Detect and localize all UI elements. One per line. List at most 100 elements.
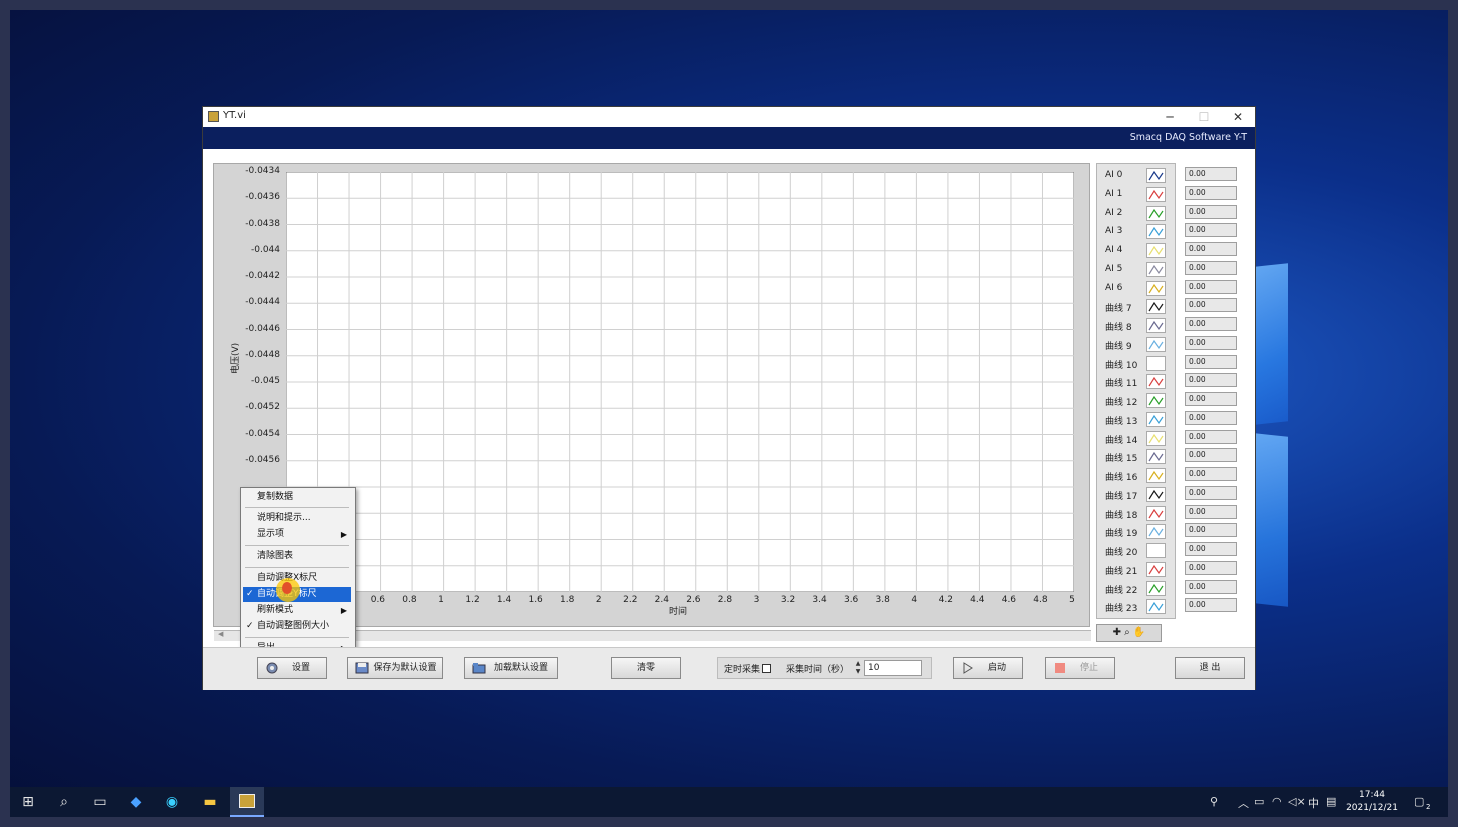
x-tick-label: 5 [1069, 595, 1075, 605]
legend-line-swatch[interactable] [1146, 505, 1166, 521]
y-tick-label: -0.0436 [245, 192, 280, 203]
graph-palette[interactable]: ✚ ⌕ ✋ [1096, 624, 1162, 642]
clear-button[interactable]: 清零 [611, 657, 681, 679]
legend-row[interactable]: 曲线 15 [1105, 448, 1175, 466]
legend-row[interactable]: AI 5 [1105, 261, 1175, 279]
legend-line-swatch[interactable] [1146, 168, 1166, 183]
legend-row[interactable]: AI 4 [1105, 242, 1175, 260]
legend-row[interactable]: 曲线 19 [1105, 523, 1175, 541]
legend-row[interactable]: AI 6 [1105, 280, 1175, 298]
legend-line-swatch[interactable] [1146, 411, 1166, 427]
channel-value-display: 0.00 [1185, 204, 1237, 219]
legend-channel-name: AI 2 [1105, 207, 1123, 218]
menu-item-visible-items[interactable]: 显示项 ▶ [243, 527, 351, 542]
submenu-arrow-icon: ▶ [340, 530, 347, 539]
person-icon[interactable]: ⚲ [1210, 795, 1218, 808]
battery-icon[interactable]: ▭ [1254, 795, 1264, 808]
legend-line-swatch[interactable] [1146, 336, 1166, 352]
legend-line-swatch[interactable] [1146, 393, 1166, 408]
legend-row[interactable]: 曲线 13 [1105, 411, 1175, 429]
start-button[interactable]: 启动 [953, 657, 1023, 679]
legend-row[interactable]: 曲线 11 [1105, 373, 1175, 391]
legend-row[interactable]: 曲线 22 [1105, 580, 1175, 598]
legend-line-swatch[interactable] [1146, 318, 1166, 333]
notification-count: 2 [1426, 803, 1431, 811]
scroll-left-icon[interactable]: ◀ [218, 630, 223, 638]
legend-line-swatch[interactable] [1146, 543, 1166, 558]
start-menu-icon[interactable]: ⊞ [18, 792, 38, 812]
waveform-chart[interactable]: -0.0434 -0.0436 -0.0438 -0.044 -0.0442 -0.044… [213, 163, 1091, 661]
acq-time-input[interactable]: 10 [864, 660, 922, 676]
legend-row[interactable]: 曲线 23 [1105, 598, 1175, 616]
maximize-button[interactable]: ☐ [1187, 107, 1221, 127]
legend-row[interactable]: 曲线 8 [1105, 317, 1175, 335]
legend-line-swatch[interactable] [1146, 524, 1166, 540]
legend-line-swatch[interactable] [1146, 280, 1166, 296]
legend-line-swatch[interactable] [1146, 486, 1166, 502]
legend-row[interactable]: 曲线 18 [1105, 505, 1175, 523]
legend-row[interactable]: 曲线 14 [1105, 430, 1175, 448]
task-view-icon[interactable]: ▭ [90, 792, 110, 812]
legend-line-swatch[interactable] [1146, 299, 1166, 315]
y-tick-label: -0.0446 [245, 323, 280, 334]
save-default-button[interactable]: 保存为默认设置 [347, 657, 443, 679]
edge-browser-icon[interactable]: ◉ [162, 792, 182, 812]
notification-icon[interactable]: ▢ [1414, 795, 1424, 808]
menu-item-autosize-legend[interactable]: ✓ 自动调整图例大小 [243, 619, 351, 634]
legend-row[interactable]: 曲线 12 [1105, 392, 1175, 410]
legend-line-swatch[interactable] [1146, 374, 1166, 390]
legend-line-swatch[interactable] [1146, 599, 1166, 615]
close-button[interactable]: ✕ [1221, 107, 1255, 127]
taskbar-labview-active[interactable] [230, 787, 264, 817]
minimize-button[interactable]: ─ [1153, 107, 1187, 127]
legend-line-swatch[interactable] [1146, 355, 1166, 371]
legend-line-swatch[interactable] [1146, 449, 1166, 465]
plot-legend[interactable]: AI 0 AI 1 AI 2 AI 3 AI 4 AI 5 AI 6 曲线 7 曲线 8 曲线 9… [1096, 163, 1176, 619]
legend-row[interactable]: 曲线 20 [1105, 542, 1175, 560]
keyboard-icon[interactable]: ▤ [1326, 795, 1336, 808]
legend-line-swatch[interactable] [1146, 561, 1166, 577]
legend-line-swatch[interactable] [1146, 186, 1166, 202]
legend-row[interactable]: AI 0 [1105, 167, 1175, 185]
ime-indicator[interactable]: 中 [1308, 795, 1319, 811]
chevron-up-icon[interactable]: ︿ [1238, 795, 1249, 811]
legend-line-swatch[interactable] [1146, 580, 1166, 596]
legend-line-swatch[interactable] [1146, 468, 1166, 483]
search-icon[interactable]: ⌕ [54, 792, 74, 812]
menu-item-clear-chart[interactable]: 清除图表 [243, 549, 351, 564]
legend-line-swatch[interactable] [1146, 243, 1166, 258]
x-tick-label: 3.6 [843, 595, 859, 605]
legend-row[interactable]: 曲线 7 [1105, 298, 1175, 316]
time-stepper[interactable]: ▲ ▼ [854, 660, 862, 676]
legend-row[interactable]: 曲线 10 [1105, 355, 1175, 373]
legend-row[interactable]: 曲线 9 [1105, 336, 1175, 354]
menu-item-update-mode[interactable]: 刷新模式 ▶ [243, 603, 351, 618]
app-pinned-icon[interactable]: ◆ [126, 792, 146, 812]
settings-button[interactable]: 设置 [257, 657, 327, 679]
clock-time[interactable]: 17:44 [1342, 790, 1402, 800]
timed-acq-checkbox[interactable] [762, 664, 771, 673]
stop-button[interactable]: 停止 [1045, 657, 1115, 679]
network-icon[interactable]: ◠ [1272, 795, 1282, 808]
legend-channel-name: 曲线 10 [1105, 360, 1138, 371]
legend-row[interactable]: 曲线 17 [1105, 486, 1175, 504]
legend-line-swatch[interactable] [1146, 224, 1166, 240]
menu-item-copy-data[interactable]: 复制数据 [243, 490, 351, 505]
legend-line-swatch[interactable] [1146, 205, 1166, 221]
legend-row[interactable]: 曲线 21 [1105, 561, 1175, 579]
exit-button[interactable]: 退 出 [1175, 657, 1245, 679]
legend-row[interactable]: AI 2 [1105, 205, 1175, 223]
file-explorer-icon[interactable]: ▬ [200, 792, 220, 812]
clock-date[interactable]: 2021/12/21 [1342, 803, 1402, 813]
plot-area[interactable] [286, 172, 1074, 592]
legend-line-swatch[interactable] [1146, 261, 1166, 277]
channel-value-display: 0.00 [1185, 317, 1237, 331]
volume-muted-icon[interactable]: ◁× [1288, 795, 1306, 808]
legend-line-swatch[interactable] [1146, 430, 1166, 446]
menu-item-description[interactable]: 说明和提示... [243, 511, 351, 526]
load-default-button[interactable]: 加载默认设置 [464, 657, 558, 679]
legend-row[interactable]: AI 3 [1105, 223, 1175, 241]
legend-row[interactable]: AI 1 [1105, 186, 1175, 204]
legend-row[interactable]: 曲线 16 [1105, 467, 1175, 485]
x-tick-label: 4.2 [938, 595, 953, 605]
